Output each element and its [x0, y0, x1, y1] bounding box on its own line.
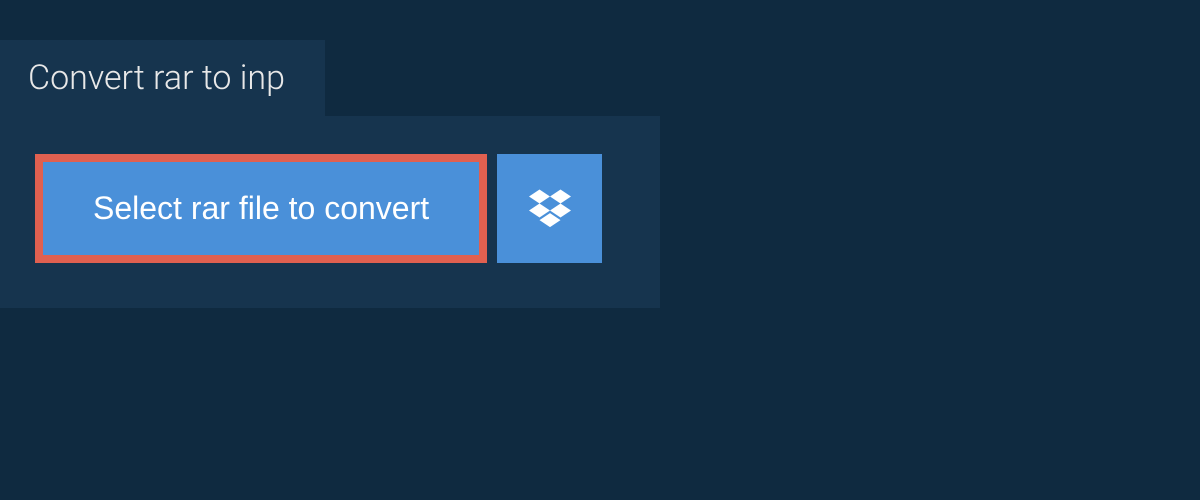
dropbox-icon [529, 186, 571, 231]
select-file-label: Select rar file to convert [93, 190, 429, 227]
converter-panel: Select rar file to convert [0, 116, 660, 308]
tab-convert[interactable]: Convert rar to inp [0, 40, 325, 116]
dropbox-button[interactable] [497, 154, 602, 263]
select-file-button[interactable]: Select rar file to convert [35, 154, 487, 263]
tab-label: Convert rar to inp [28, 58, 285, 98]
tab-bar: Convert rar to inp [0, 0, 1200, 116]
